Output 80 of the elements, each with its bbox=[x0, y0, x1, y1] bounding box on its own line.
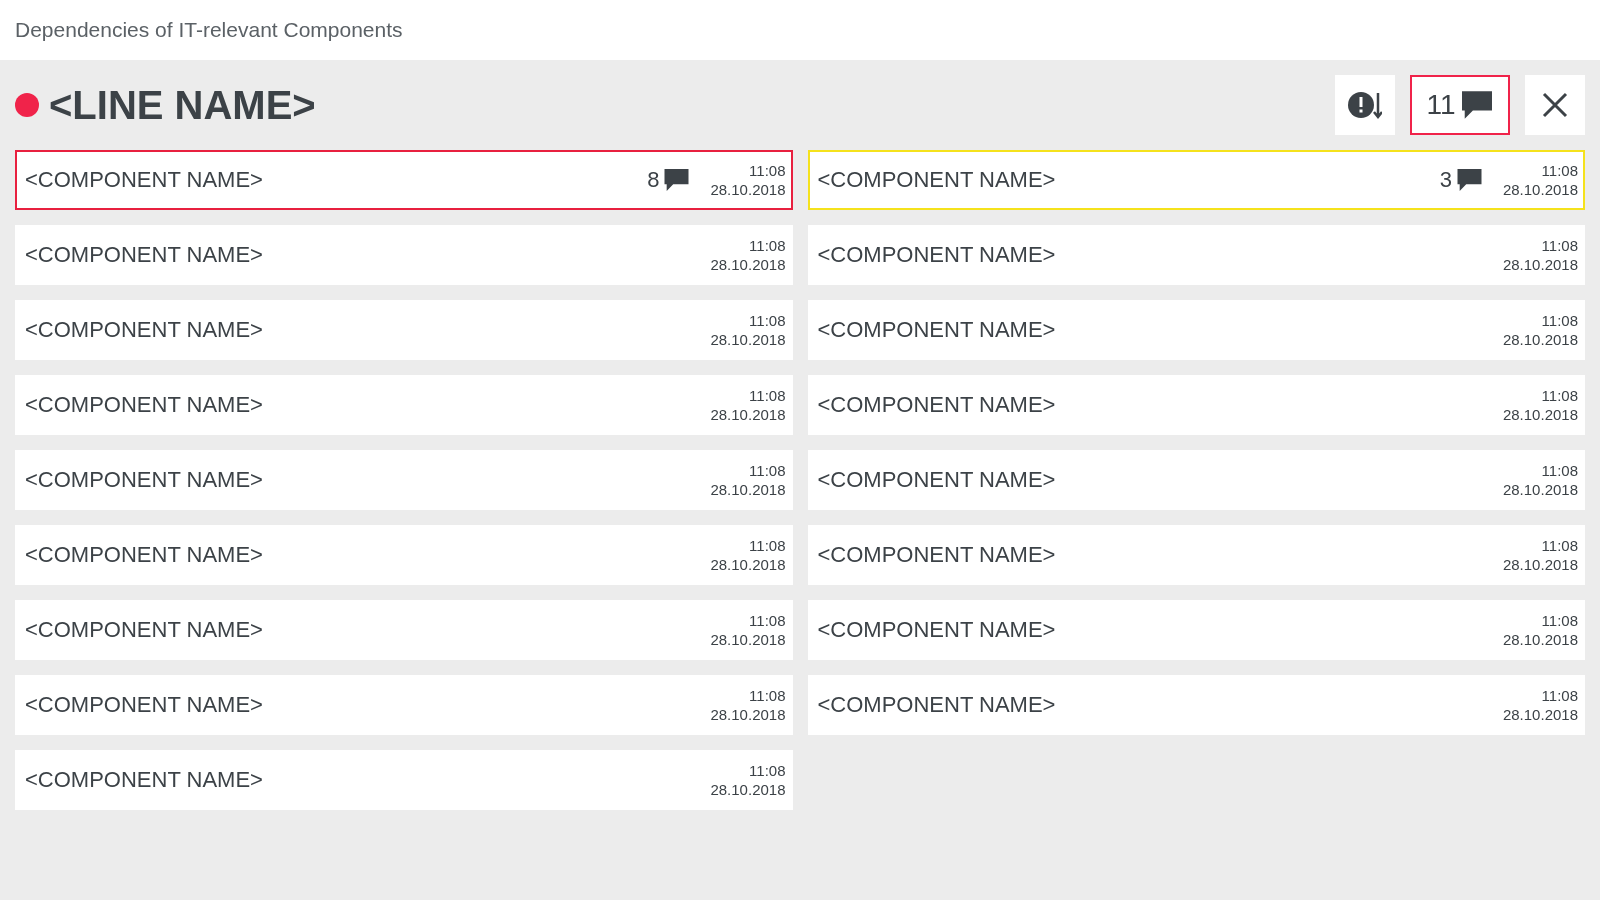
date: 28.10.2018 bbox=[1502, 255, 1578, 274]
component-card[interactable]: <COMPONENT NAME> 11:08 28.10.2018 bbox=[15, 600, 793, 660]
time: 11:08 bbox=[1541, 611, 1578, 630]
component-card[interactable]: <COMPONENT NAME> 11:08 28.10.2018 bbox=[807, 300, 1585, 360]
component-name: <COMPONENT NAME> bbox=[25, 692, 264, 718]
date: 28.10.2018 bbox=[710, 180, 786, 199]
time: 11:08 bbox=[749, 536, 786, 555]
time: 11:08 bbox=[749, 611, 786, 630]
time: 11:08 bbox=[1541, 461, 1578, 480]
date: 28.10.2018 bbox=[1502, 630, 1578, 649]
comment-count: 3 bbox=[1439, 167, 1452, 193]
component-card[interactable]: <COMPONENT NAME> 11:08 28.10.2018 bbox=[15, 525, 793, 585]
date: 28.10.2018 bbox=[1502, 330, 1578, 349]
time: 11:08 bbox=[749, 686, 786, 705]
component-name: <COMPONENT NAME> bbox=[25, 242, 264, 268]
component-name: <COMPONENT NAME> bbox=[817, 317, 1057, 343]
time: 11:08 bbox=[1541, 686, 1578, 705]
component-name: <COMPONENT NAME> bbox=[817, 692, 1057, 718]
component-name: <COMPONENT NAME> bbox=[25, 542, 264, 568]
component-name: <COMPONENT NAME> bbox=[25, 467, 264, 493]
component-name: <COMPONENT NAME> bbox=[817, 542, 1057, 568]
component-card[interactable]: <COMPONENT NAME> 11:08 28.10.2018 bbox=[15, 750, 793, 810]
comment-icon bbox=[663, 168, 691, 192]
date: 28.10.2018 bbox=[710, 480, 786, 499]
component-name: <COMPONENT NAME> bbox=[817, 167, 1057, 193]
sort-by-alert-button[interactable] bbox=[1335, 75, 1395, 135]
component-name: <COMPONENT NAME> bbox=[817, 392, 1057, 418]
component-name: <COMPONENT NAME> bbox=[25, 167, 264, 193]
component-card[interactable]: <COMPONENT NAME> 11:08 28.10.2018 bbox=[807, 225, 1585, 285]
component-card[interactable]: <COMPONENT NAME> 11:08 28.10.2018 bbox=[807, 450, 1585, 510]
date: 28.10.2018 bbox=[710, 705, 786, 724]
time: 11:08 bbox=[749, 311, 786, 330]
component-name: <COMPONENT NAME> bbox=[817, 467, 1057, 493]
component-card[interactable]: <COMPONENT NAME> 3 11:08 28.10.2018 bbox=[807, 150, 1585, 210]
component-card[interactable]: <COMPONENT NAME> 11:08 28.10.2018 bbox=[15, 450, 793, 510]
time: 11:08 bbox=[749, 236, 786, 255]
component-card[interactable]: <COMPONENT NAME> 11:08 28.10.2018 bbox=[807, 375, 1585, 435]
component-name: <COMPONENT NAME> bbox=[25, 767, 264, 793]
component-name: <COMPONENT NAME> bbox=[25, 617, 264, 643]
comment-icon bbox=[1459, 90, 1494, 120]
time: 11:08 bbox=[1541, 311, 1578, 330]
date: 28.10.2018 bbox=[1502, 405, 1578, 424]
time: 11:08 bbox=[749, 461, 786, 480]
date: 28.10.2018 bbox=[710, 780, 786, 799]
date: 28.10.2018 bbox=[710, 555, 786, 574]
component-name: <COMPONENT NAME> bbox=[25, 317, 264, 343]
time: 11:08 bbox=[749, 386, 786, 405]
date: 28.10.2018 bbox=[1502, 480, 1578, 499]
date: 28.10.2018 bbox=[710, 630, 786, 649]
comment-count: 8 bbox=[647, 167, 660, 193]
comments-button[interactable]: 11 bbox=[1410, 75, 1510, 135]
line-name: <LINE NAME> bbox=[49, 82, 317, 128]
date: 28.10.2018 bbox=[1502, 705, 1578, 724]
time: 11:08 bbox=[749, 761, 786, 780]
component-card[interactable]: <COMPONENT NAME> 11:08 28.10.2018 bbox=[807, 525, 1585, 585]
component-card[interactable]: <COMPONENT NAME> 11:08 28.10.2018 bbox=[807, 600, 1585, 660]
time: 11:08 bbox=[1541, 536, 1578, 555]
component-name: <COMPONENT NAME> bbox=[817, 617, 1057, 643]
date: 28.10.2018 bbox=[1502, 180, 1578, 199]
date: 28.10.2018 bbox=[710, 330, 786, 349]
close-icon bbox=[1542, 92, 1568, 118]
window-title: Dependencies of IT-relevant Components bbox=[15, 18, 403, 42]
close-button[interactable] bbox=[1525, 75, 1585, 135]
component-name: <COMPONENT NAME> bbox=[25, 392, 264, 418]
date: 28.10.2018 bbox=[710, 405, 786, 424]
time: 11:08 bbox=[1541, 386, 1578, 405]
date: 28.10.2018 bbox=[1502, 555, 1578, 574]
time: 11:08 bbox=[749, 161, 786, 180]
date: 28.10.2018 bbox=[710, 255, 786, 274]
time: 11:08 bbox=[1541, 236, 1578, 255]
component-card[interactable]: <COMPONENT NAME> 11:08 28.10.2018 bbox=[15, 375, 793, 435]
component-card[interactable]: <COMPONENT NAME> 11:08 28.10.2018 bbox=[807, 675, 1585, 735]
component-name: <COMPONENT NAME> bbox=[817, 242, 1057, 268]
comment-icon bbox=[1455, 168, 1483, 192]
component-card[interactable]: <COMPONENT NAME> 8 11:08 28.10.2018 bbox=[15, 150, 793, 210]
time: 11:08 bbox=[1541, 161, 1578, 180]
component-card[interactable]: <COMPONENT NAME> 11:08 28.10.2018 bbox=[15, 225, 793, 285]
component-card[interactable]: <COMPONENT NAME> 11:08 28.10.2018 bbox=[15, 675, 793, 735]
alert-sort-icon bbox=[1348, 90, 1382, 120]
component-card[interactable]: <COMPONENT NAME> 11:08 28.10.2018 bbox=[15, 300, 793, 360]
